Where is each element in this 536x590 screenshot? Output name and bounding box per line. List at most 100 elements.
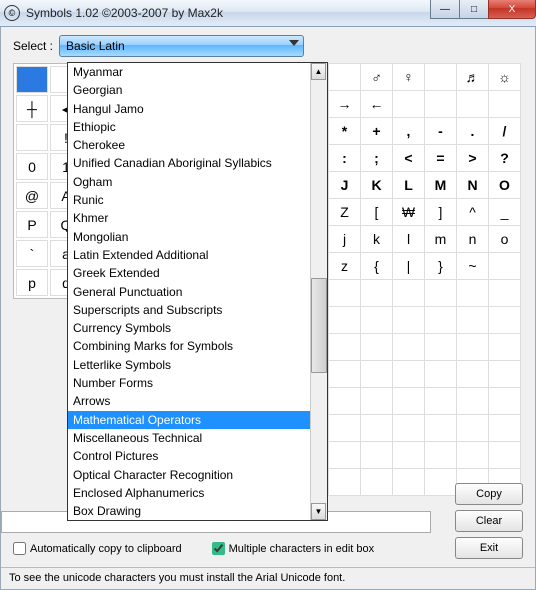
- grid-cell[interactable]: {: [361, 253, 393, 280]
- grid-cell[interactable]: [457, 442, 489, 469]
- grid-cell[interactable]: [425, 361, 457, 388]
- dropdown-scrollbar[interactable]: ▲ ▼: [310, 63, 327, 520]
- dropdown-item[interactable]: Unified Canadian Aboriginal Syllabics: [68, 154, 310, 172]
- grid-cell[interactable]: [393, 388, 425, 415]
- dropdown-item[interactable]: General Punctuation: [68, 283, 310, 301]
- grid-cell[interactable]: @: [16, 182, 48, 209]
- grid-cell[interactable]: L: [393, 172, 425, 199]
- grid-cell[interactable]: K: [361, 172, 393, 199]
- grid-cell[interactable]: [329, 64, 361, 91]
- grid-cell[interactable]: ~: [457, 253, 489, 280]
- grid-cell[interactable]: [425, 91, 457, 118]
- grid-cell[interactable]: N: [457, 172, 489, 199]
- grid-cell[interactable]: 0: [16, 153, 48, 180]
- grid-cell[interactable]: [361, 415, 393, 442]
- grid-cell[interactable]: ]: [425, 199, 457, 226]
- grid-cell[interactable]: ^: [457, 199, 489, 226]
- grid-cell[interactable]: m: [425, 226, 457, 253]
- grid-cell[interactable]: ←: [361, 91, 393, 118]
- grid-cell[interactable]: [361, 307, 393, 334]
- grid-cell[interactable]: ☼: [489, 64, 521, 91]
- grid-cell[interactable]: [361, 334, 393, 361]
- grid-cell[interactable]: [425, 442, 457, 469]
- grid-cell[interactable]: +: [361, 118, 393, 145]
- grid-cell[interactable]: }: [425, 253, 457, 280]
- grid-cell[interactable]: [489, 442, 521, 469]
- clear-button[interactable]: Clear: [455, 510, 523, 532]
- grid-cell[interactable]: ♬: [457, 64, 489, 91]
- grid-cell[interactable]: M: [425, 172, 457, 199]
- dropdown-item[interactable]: Latin Extended Additional: [68, 246, 310, 264]
- dropdown-item[interactable]: Box Drawing: [68, 502, 310, 520]
- grid-cell[interactable]: [489, 361, 521, 388]
- grid-cell[interactable]: O: [489, 172, 521, 199]
- grid-cell[interactable]: [457, 307, 489, 334]
- grid-cell[interactable]: [329, 280, 361, 307]
- grid-cell[interactable]: [489, 307, 521, 334]
- grid-cell[interactable]: [457, 280, 489, 307]
- dropdown-item[interactable]: Letterlike Symbols: [68, 356, 310, 374]
- grid-cell[interactable]: [393, 361, 425, 388]
- grid-cell[interactable]: [425, 334, 457, 361]
- grid-cell[interactable]: [489, 280, 521, 307]
- grid-cell[interactable]: [393, 307, 425, 334]
- grid-cell[interactable]: [329, 307, 361, 334]
- grid-cell[interactable]: [329, 415, 361, 442]
- grid-cell[interactable]: [489, 415, 521, 442]
- grid-cell[interactable]: j: [329, 226, 361, 253]
- grid-cell[interactable]: <: [393, 145, 425, 172]
- scroll-down-icon[interactable]: ▼: [311, 503, 326, 520]
- grid-cell[interactable]: [361, 469, 393, 496]
- grid-cell[interactable]: /: [489, 118, 521, 145]
- grid-cell[interactable]: [425, 415, 457, 442]
- grid-cell[interactable]: [489, 91, 521, 118]
- grid-cell[interactable]: :: [329, 145, 361, 172]
- grid-cell[interactable]: _: [489, 199, 521, 226]
- dropdown-item[interactable]: Control Pictures: [68, 447, 310, 465]
- grid-cell[interactable]: =: [425, 145, 457, 172]
- grid-cell[interactable]: >: [457, 145, 489, 172]
- grid-cell[interactable]: [361, 280, 393, 307]
- grid-cell[interactable]: [489, 253, 521, 280]
- dropdown-item[interactable]: Currency Symbols: [68, 319, 310, 337]
- dropdown-item[interactable]: Khmer: [68, 209, 310, 227]
- grid-cell[interactable]: [329, 442, 361, 469]
- dropdown-list[interactable]: MyanmarGeorgianHangul JamoEthiopicCherok…: [68, 63, 310, 520]
- grid-cell[interactable]: [329, 334, 361, 361]
- multi-char-input[interactable]: [212, 542, 225, 555]
- grid-cell[interactable]: →: [329, 91, 361, 118]
- scroll-thumb[interactable]: [311, 278, 327, 373]
- grid-cell[interactable]: -: [425, 118, 457, 145]
- grid-cell[interactable]: ,: [393, 118, 425, 145]
- grid-cell[interactable]: [393, 442, 425, 469]
- dropdown-item[interactable]: Arrows: [68, 392, 310, 410]
- copy-button[interactable]: Copy: [455, 483, 523, 505]
- dropdown-item[interactable]: Ogham: [68, 173, 310, 191]
- grid-cell[interactable]: [16, 124, 48, 151]
- grid-cell[interactable]: [329, 361, 361, 388]
- grid-cell[interactable]: *: [329, 118, 361, 145]
- grid-cell[interactable]: [457, 361, 489, 388]
- grid-cell[interactable]: [393, 91, 425, 118]
- dropdown-item[interactable]: Greek Extended: [68, 264, 310, 282]
- grid-cell[interactable]: ;: [361, 145, 393, 172]
- grid-cell[interactable]: l: [393, 226, 425, 253]
- multi-char-checkbox[interactable]: Multiple characters in edit box: [212, 542, 375, 555]
- dropdown-item[interactable]: Georgian: [68, 81, 310, 99]
- grid-cell[interactable]: [425, 64, 457, 91]
- grid-cell[interactable]: [: [361, 199, 393, 226]
- grid-cell[interactable]: [16, 66, 48, 93]
- dropdown-item[interactable]: Mathematical Operators: [68, 411, 310, 429]
- scroll-up-icon[interactable]: ▲: [311, 63, 326, 80]
- grid-cell[interactable]: ?: [489, 145, 521, 172]
- grid-cell[interactable]: [425, 280, 457, 307]
- grid-cell[interactable]: [457, 415, 489, 442]
- maximize-button[interactable]: □: [459, 0, 489, 19]
- dropdown-item[interactable]: Hangul Jamo: [68, 100, 310, 118]
- grid-cell[interactable]: [361, 442, 393, 469]
- grid-cell[interactable]: ₩: [393, 199, 425, 226]
- grid-cell[interactable]: [329, 388, 361, 415]
- block-dropdown[interactable]: MyanmarGeorgianHangul JamoEthiopicCherok…: [67, 62, 328, 521]
- exit-button[interactable]: Exit: [455, 537, 523, 559]
- dropdown-item[interactable]: Myanmar: [68, 63, 310, 81]
